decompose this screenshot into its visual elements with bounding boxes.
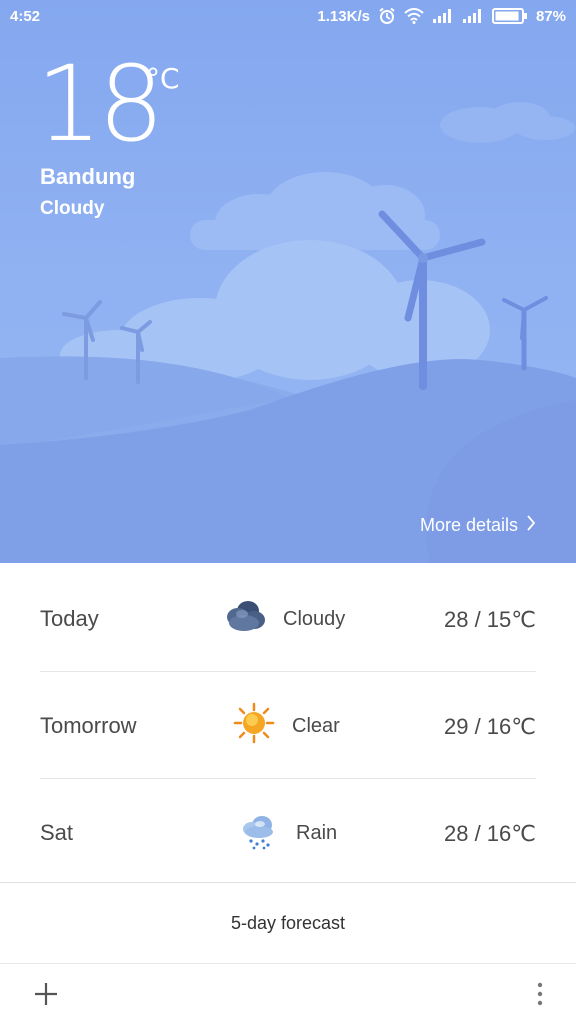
rain-icon	[240, 811, 284, 851]
sun-icon	[232, 702, 276, 744]
network-speed: 1.13K/s	[317, 7, 370, 25]
forecast-day: Sat	[40, 820, 74, 845]
forecast-row-today[interactable]: Today Cloudy 28 / 15℃	[40, 565, 536, 672]
alarm-icon	[378, 7, 396, 25]
battery-icon	[491, 8, 528, 24]
forecast-condition: Rain	[296, 822, 338, 844]
more-details-link[interactable]: More details	[420, 515, 536, 536]
chevron-right-icon	[526, 515, 536, 536]
more-details-label: More details	[419, 515, 518, 535]
forecast-row-tomorrow[interactable]: Tomorrow Clear 29 / 16℃	[40, 672, 536, 779]
status-time: 4:52	[10, 8, 41, 25]
temperature-unit: °C	[146, 62, 180, 95]
forecast-range: 28 / 15℃	[444, 607, 536, 632]
temperature-value: 18	[36, 43, 164, 165]
forecast-row-sat[interactable]: Sat Rain 28 / 16℃	[40, 779, 536, 885]
weather-app: 4:52 1.13K/s 87% 18 °C Bandung Cloudy Mo…	[0, 0, 576, 1024]
forecast-condition: Cloudy	[283, 608, 346, 630]
forecast-day: Tomorrow	[40, 713, 137, 738]
bottom-bar	[0, 964, 576, 1024]
forecast-range: 29 / 16℃	[444, 714, 536, 739]
five-day-forecast-button[interactable]: 5-day forecast	[0, 883, 576, 963]
status-bar: 4:52 1.13K/s 87%	[0, 0, 576, 34]
current-temperature: 18 °C	[36, 43, 180, 165]
forecast-range: 28 / 16℃	[444, 821, 536, 846]
more-vert-icon[interactable]	[532, 980, 548, 1008]
status-icons: 1.13K/s 87%	[317, 5, 566, 27]
hero-panel: 4:52 1.13K/s 87% 18 °C Bandung Cloudy Mo…	[0, 0, 576, 563]
current-condition: Cloudy	[40, 198, 105, 219]
battery-percent: 87%	[535, 7, 566, 25]
plus-icon[interactable]	[32, 980, 60, 1008]
forecast-condition: Clear	[292, 715, 340, 737]
city-name: Bandung	[40, 164, 136, 189]
forecast-day: Today	[40, 606, 99, 631]
signal-icon	[432, 8, 454, 24]
forecast-list: Today Cloudy 28 / 15℃ Tomorrow Clear 29 …	[0, 563, 576, 885]
cloudy-icon	[224, 597, 268, 637]
signal-icon	[462, 8, 484, 24]
wifi-icon	[404, 8, 424, 24]
